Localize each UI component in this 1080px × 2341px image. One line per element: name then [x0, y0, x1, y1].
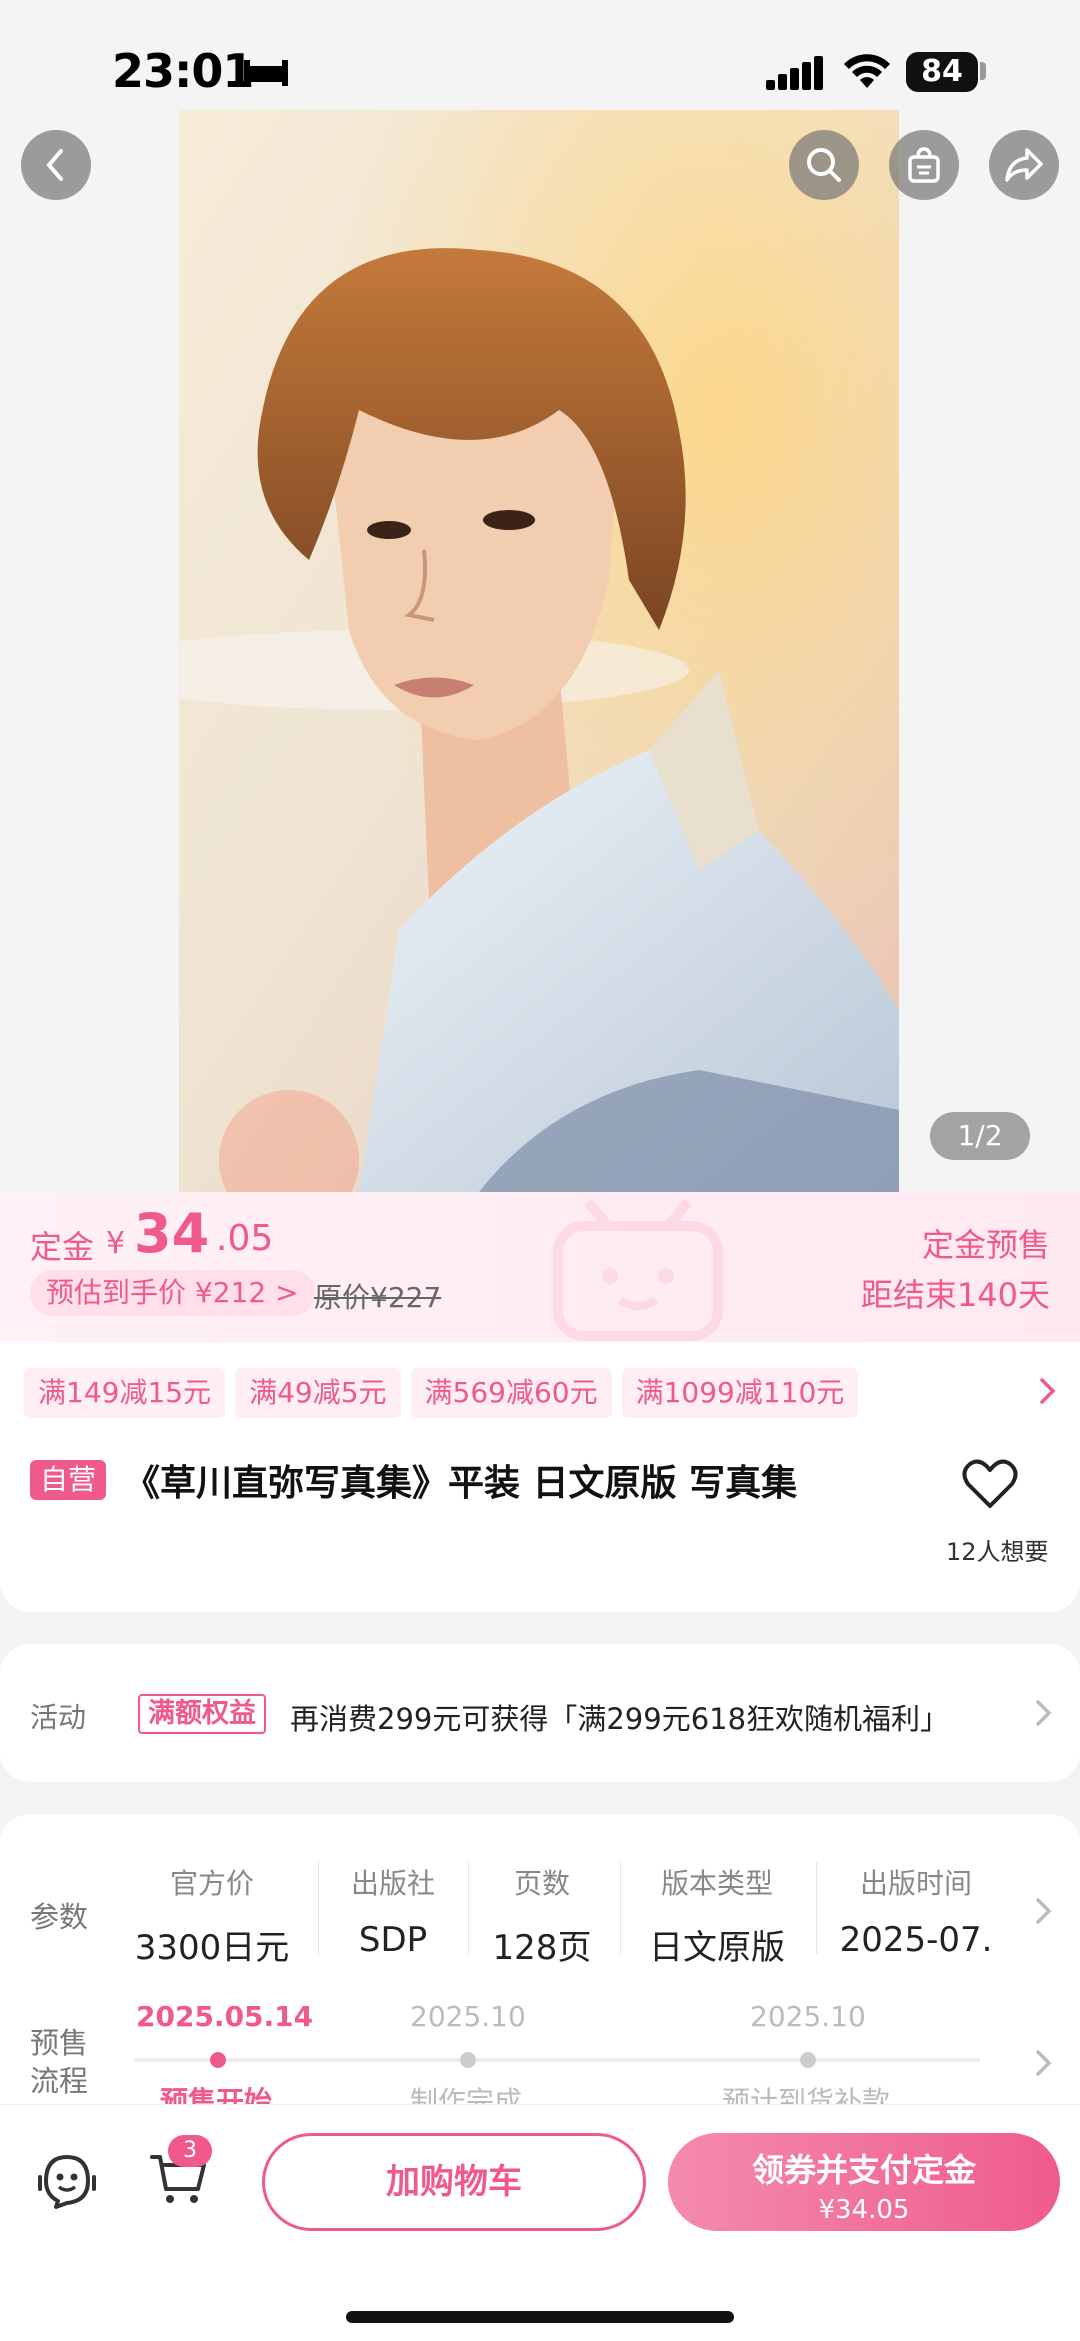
param-key: 官方价 [169, 1867, 254, 1900]
param-value: 2025-07. [839, 1920, 993, 1960]
status-time: 23:01 [112, 44, 254, 98]
presale-countdown: 距结束140天 [860, 1276, 1050, 1314]
param-key: 出版社 [350, 1867, 435, 1900]
back-button[interactable] [21, 130, 91, 200]
param-item: 页数 128页 [480, 1862, 604, 1969]
pay-button-label: 领券并支付定金 [751, 2151, 976, 2189]
param-key: 出版时间 [859, 1867, 972, 1900]
battery-indicator: 84 [906, 52, 978, 92]
wifi-icon [844, 54, 890, 88]
sleep-mode-icon [244, 60, 288, 86]
chevron-right-icon[interactable] [1038, 1376, 1058, 1406]
pay-button-amount: ¥34.05 [818, 2195, 910, 2225]
price-band: 定金 ¥ 34 .05 预估到手价 ¥212 > 原价¥227 定金预售 距结束… [0, 1192, 1080, 1342]
params-card[interactable]: 参数 官方价 3300日元 出版社 SDP 页数 128页 版本类型 日文原版 … [0, 1814, 1080, 2114]
chevron-right-icon[interactable] [1034, 1896, 1054, 1926]
product-gallery[interactable]: 1/2 [0, 110, 1080, 1192]
add-to-cart-button[interactable]: 加购物车 [262, 2133, 646, 2231]
home-indicator[interactable] [346, 2311, 734, 2323]
param-divider [620, 1862, 621, 1954]
param-divider [468, 1862, 469, 1954]
param-divider [318, 1862, 319, 1954]
param-item: 出版社 SDP [330, 1862, 456, 1960]
param-item: 版本类型 日文原版 [634, 1862, 800, 1969]
activity-tag: 满额权益 [138, 1694, 266, 1734]
activity-label: 活动 [30, 1701, 87, 1734]
params-label: 参数 [30, 1900, 89, 1934]
coupon-tag[interactable]: 满149减15元 [24, 1368, 226, 1418]
heart-icon[interactable] [962, 1458, 1018, 1510]
search-icon [807, 148, 841, 182]
param-value: SDP [358, 1920, 428, 1960]
param-item: 官方价 3300日元 [128, 1862, 296, 1969]
product-title: 《草川直弥写真集》平装 日文原版 写真集 [124, 1463, 798, 1504]
want-count: 12人想要 [946, 1538, 1049, 1566]
back-icon [46, 149, 63, 181]
param-value: 3300日元 [134, 1928, 290, 1968]
pay-deposit-button[interactable]: 领券并支付定金 ¥34.05 [668, 2133, 1060, 2231]
customer-service-icon[interactable] [36, 2151, 98, 2211]
coupon-list[interactable]: 满149减15元 满49减5元 满569减60元 满1099减110元 [24, 1368, 859, 1418]
flow-step-date: 2025.10 [750, 2000, 866, 2033]
bottom-action-bar: 3 加购物车 领券并支付定金 ¥34.05 [0, 2104, 1080, 2341]
presale-flow-label: 预售 流程 [30, 2024, 88, 2100]
chevron-right-icon[interactable] [1034, 1698, 1054, 1728]
product-photo[interactable] [179, 110, 899, 1192]
coupon-tag[interactable]: 满569减60元 [410, 1368, 612, 1418]
cellular-signal-icon [766, 56, 823, 90]
param-key: 页数 [513, 1867, 570, 1900]
flow-step-dot [460, 2052, 476, 2068]
shopping-bag-icon [908, 147, 940, 183]
search-button[interactable] [789, 130, 859, 200]
original-price: 原价¥227 [314, 1281, 442, 1314]
tv-mascot-watermark [553, 1198, 723, 1341]
deposit-price-decimal: .05 [216, 1218, 274, 1259]
cart-count-badge: 3 [168, 2135, 212, 2167]
product-info-card: 满149减15元 满49减5元 满569减60元 满1099减110元 自营 《… [0, 1342, 1080, 1612]
presale-flow-label-line1: 预售 [30, 2026, 89, 2060]
share-icon [1005, 148, 1043, 182]
flow-step-dot-active [210, 2052, 226, 2068]
deposit-label: 定金 [30, 1228, 95, 1266]
param-key: 版本类型 [660, 1867, 773, 1900]
chevron-right-icon[interactable] [1034, 2048, 1054, 2078]
battery-tip [980, 62, 986, 80]
activity-description: 再消费299元可获得「满299元618狂欢随机福利」 [290, 1702, 950, 1736]
estimated-price-pill[interactable]: 预估到手价 ¥212 > [30, 1270, 315, 1316]
param-item: 出版时间 2025-07. [826, 1862, 1006, 1960]
self-operated-tag: 自营 [30, 1460, 107, 1500]
param-value: 128页 [492, 1928, 592, 1968]
presale-flow-track [134, 2058, 980, 2062]
flow-step-date: 2025.10 [410, 2000, 526, 2033]
param-divider [816, 1862, 817, 1954]
share-button[interactable] [989, 130, 1059, 200]
gallery-pager: 1/2 [930, 1112, 1030, 1160]
presale-flow-label-line2: 流程 [30, 2064, 89, 2098]
deposit-price-integer: 34 [134, 1202, 210, 1265]
flow-step-dot [800, 2052, 816, 2068]
flow-step-date: 2025.05.14 [136, 2000, 314, 2033]
currency-symbol: ¥ [106, 1226, 126, 1261]
coupon-tag[interactable]: 满49减5元 [235, 1368, 401, 1418]
shop-button[interactable] [889, 130, 959, 200]
presale-type: 定金预售 [921, 1226, 1050, 1264]
status-bar: 23:01 84 [0, 0, 1080, 110]
param-value: 日文原版 [649, 1928, 785, 1968]
activity-card[interactable]: 活动 满额权益 再消费299元可获得「满299元618狂欢随机福利」 [0, 1644, 1080, 1782]
coupon-tag[interactable]: 满1099减110元 [621, 1368, 859, 1418]
